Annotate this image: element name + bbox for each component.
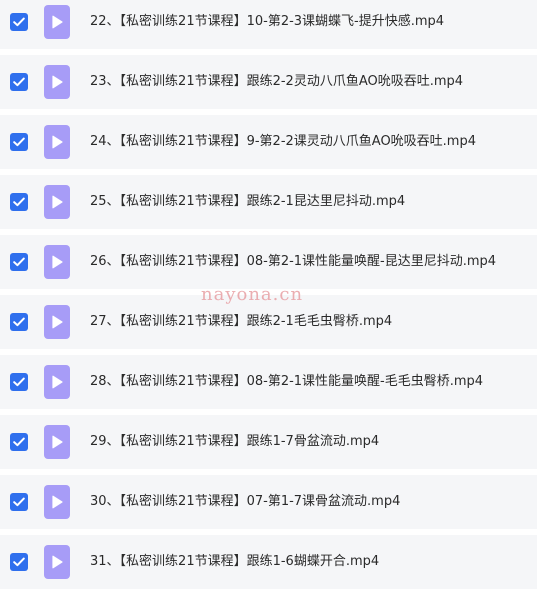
checkmark-icon	[13, 77, 25, 87]
video-file-icon	[44, 485, 70, 519]
video-file-icon	[44, 245, 70, 279]
checkbox[interactable]	[10, 133, 28, 151]
video-file-icon	[44, 65, 70, 99]
checkmark-icon	[13, 137, 25, 147]
checkbox[interactable]	[10, 313, 28, 331]
file-row[interactable]: 22、【私密训练21节课程】10-第2-3课蝴蝶飞-提升快感.mp4	[0, 0, 537, 49]
checkmark-icon	[13, 437, 25, 447]
video-file-icon	[44, 125, 70, 159]
file-row[interactable]: 29、【私密训练21节课程】跟练1-7骨盆流动.mp4	[0, 415, 537, 469]
play-icon	[52, 495, 63, 509]
checkbox[interactable]	[10, 253, 28, 271]
file-name[interactable]: 23、【私密训练21节课程】跟练2-2灵动八爪鱼AO吮吸吞吐.mp4	[90, 55, 463, 109]
video-file-icon	[44, 5, 70, 39]
file-name[interactable]: 27、【私密训练21节课程】跟练2-1毛毛虫臀桥.mp4	[90, 295, 392, 349]
file-name[interactable]: 31、【私密训练21节课程】跟练1-6蝴蝶开合.mp4	[90, 535, 379, 589]
checkmark-icon	[13, 257, 25, 267]
checkbox[interactable]	[10, 193, 28, 211]
play-icon	[52, 555, 63, 569]
checkbox[interactable]	[10, 553, 28, 571]
checkbox[interactable]	[10, 73, 28, 91]
video-file-icon	[44, 185, 70, 219]
video-file-icon	[44, 425, 70, 459]
checkbox[interactable]	[10, 493, 28, 511]
video-file-icon	[44, 305, 70, 339]
file-name[interactable]: 29、【私密训练21节课程】跟练1-7骨盆流动.mp4	[90, 415, 379, 469]
play-icon	[52, 15, 63, 29]
checkmark-icon	[13, 497, 25, 507]
play-icon	[52, 75, 63, 89]
play-icon	[52, 195, 63, 209]
file-row[interactable]: 24、【私密训练21节课程】9-第2-2课灵动八爪鱼AO吮吸吞吐.mp4	[0, 115, 537, 169]
video-file-icon	[44, 365, 70, 399]
checkbox[interactable]	[10, 13, 28, 31]
file-name[interactable]: 26、【私密训练21节课程】08-第2-1课性能量唤醒-昆达里尼抖动.mp4	[90, 235, 496, 289]
play-icon	[52, 315, 63, 329]
checkmark-icon	[13, 197, 25, 207]
play-icon	[52, 375, 63, 389]
file-row[interactable]: 23、【私密训练21节课程】跟练2-2灵动八爪鱼AO吮吸吞吐.mp4	[0, 55, 537, 109]
file-row[interactable]: 25、【私密训练21节课程】跟练2-1昆达里尼抖动.mp4	[0, 175, 537, 229]
checkmark-icon	[13, 557, 25, 567]
file-row[interactable]: 31、【私密训练21节课程】跟练1-6蝴蝶开合.mp4	[0, 535, 537, 589]
file-name[interactable]: 24、【私密训练21节课程】9-第2-2课灵动八爪鱼AO吮吸吞吐.mp4	[90, 115, 476, 169]
play-icon	[52, 435, 63, 449]
checkmark-icon	[13, 377, 25, 387]
play-icon	[52, 135, 63, 149]
file-name[interactable]: 28、【私密训练21节课程】08-第2-1课性能量唤醒-毛毛虫臀桥.mp4	[90, 355, 483, 409]
video-file-icon	[44, 545, 70, 579]
checkbox[interactable]	[10, 373, 28, 391]
checkmark-icon	[13, 317, 25, 327]
play-icon	[52, 255, 63, 269]
file-name[interactable]: 22、【私密训练21节课程】10-第2-3课蝴蝶飞-提升快感.mp4	[90, 0, 444, 49]
checkbox[interactable]	[10, 433, 28, 451]
checkmark-icon	[13, 17, 25, 27]
file-row[interactable]: 27、【私密训练21节课程】跟练2-1毛毛虫臀桥.mp4	[0, 295, 537, 349]
file-list: 22、【私密训练21节课程】10-第2-3课蝴蝶飞-提升快感.mp4 23、【私密…	[0, 0, 537, 591]
file-row[interactable]: 26、【私密训练21节课程】08-第2-1课性能量唤醒-昆达里尼抖动.mp4	[0, 235, 537, 289]
file-name[interactable]: 25、【私密训练21节课程】跟练2-1昆达里尼抖动.mp4	[90, 175, 405, 229]
file-row[interactable]: 30、【私密训练21节课程】07-第1-7课骨盆流动.mp4	[0, 475, 537, 529]
file-name[interactable]: 30、【私密训练21节课程】07-第1-7课骨盆流动.mp4	[90, 475, 400, 529]
file-row[interactable]: 28、【私密训练21节课程】08-第2-1课性能量唤醒-毛毛虫臀桥.mp4	[0, 355, 537, 409]
